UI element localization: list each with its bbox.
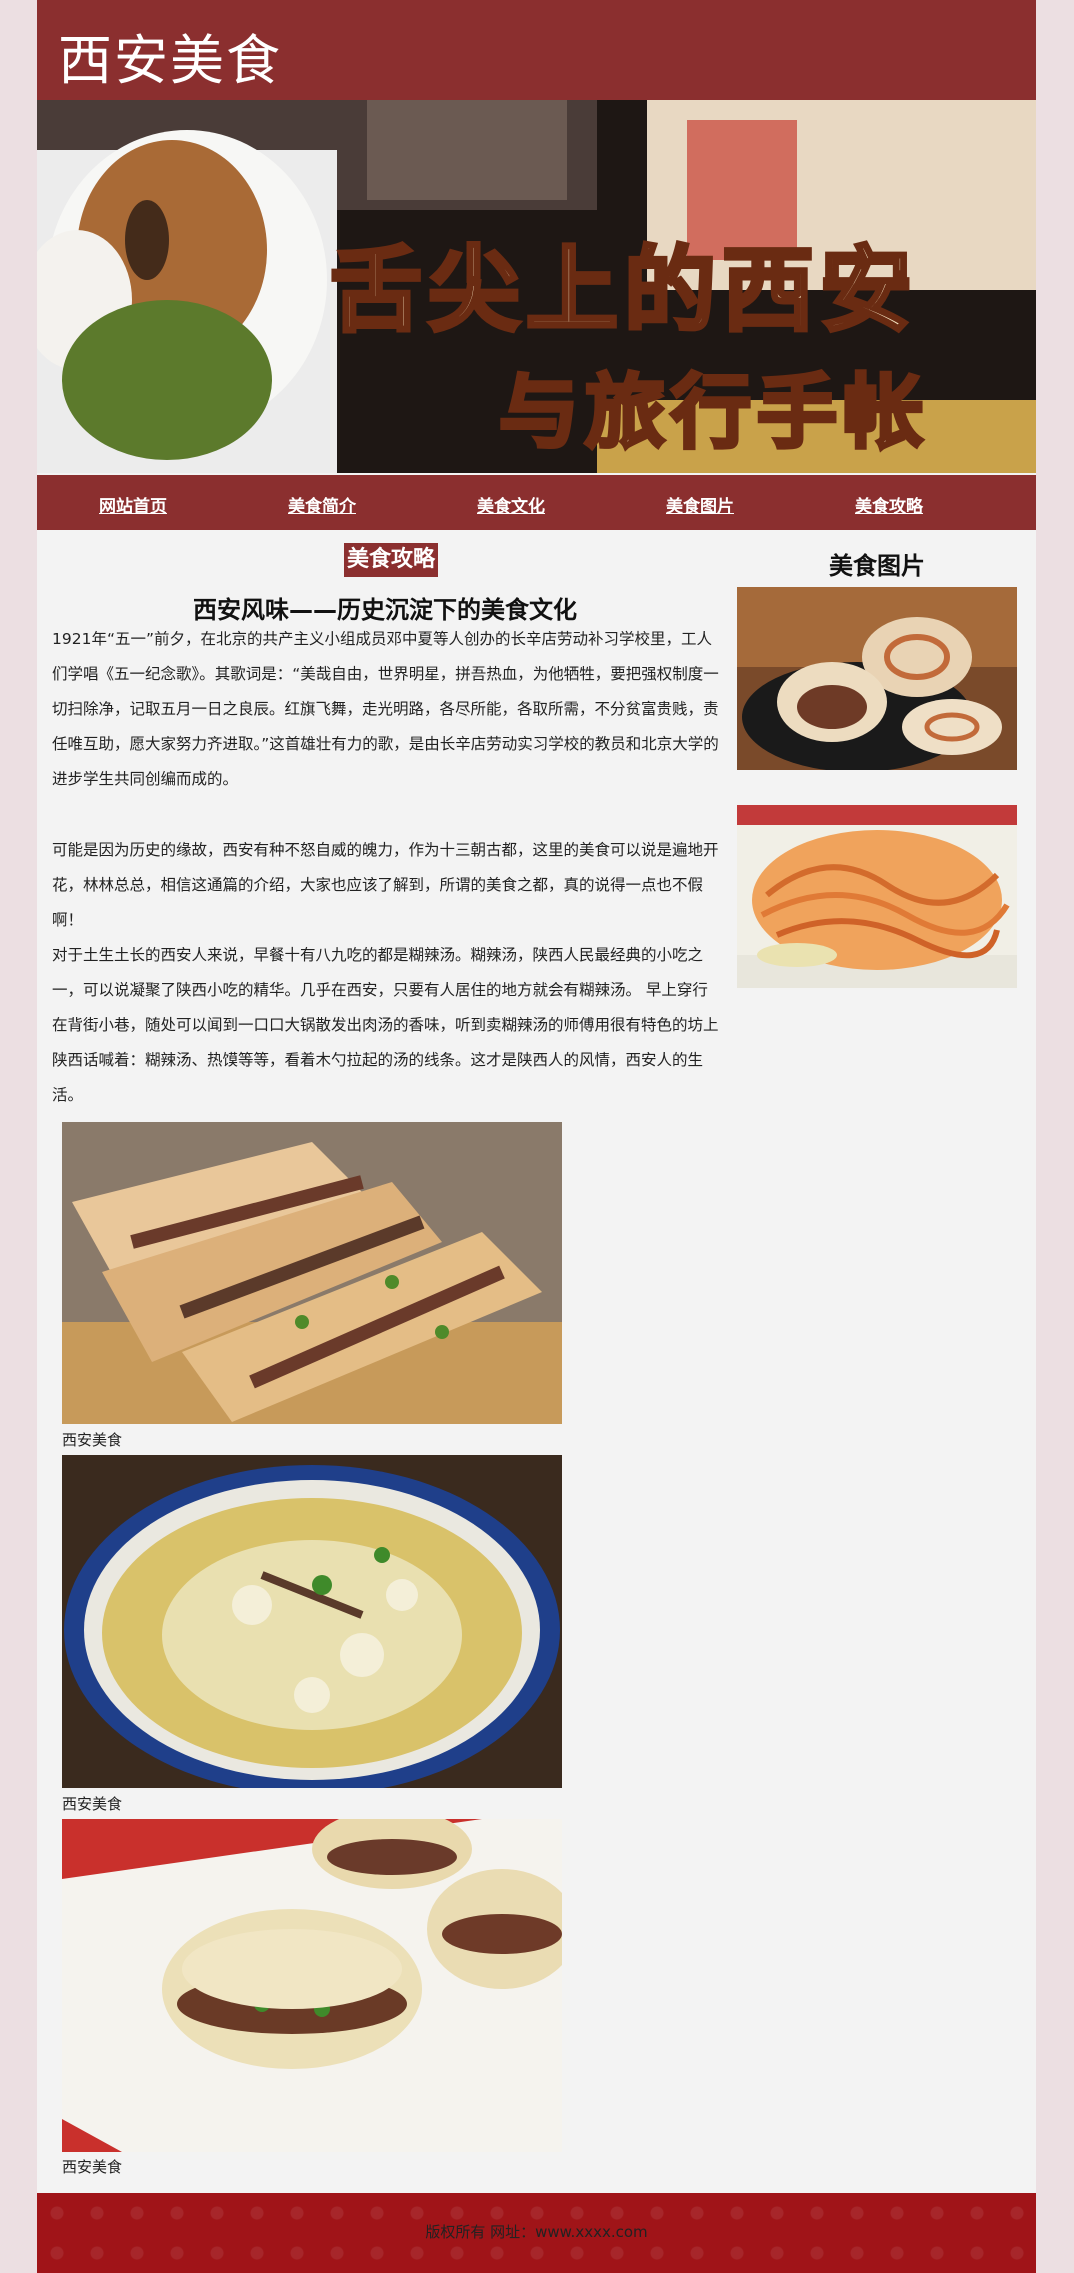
food-photo [62,1122,562,1424]
site-title: 西安美食 [58,29,282,92]
main-nav: 网站首页 美食简介 美食文化 美食图片 美食攻略 [37,475,1036,530]
footer: 版权所有 网址：www.xxxx.com [37,2193,1036,2273]
article-paragraph: 可能是因为历史的缘故，西安有种不怒自威的魄力，作为十三朝古都，这里的美食可以说是… [52,841,719,929]
sidebar-food-photo [737,805,1017,988]
sidebar-food-photo [737,587,1017,770]
nav-item-pictures[interactable]: 美食图片 [666,492,734,517]
article-paragraph: 对于土生土长的西安人来说，早餐十有八九吃的都是糊辣汤。糊辣汤，陕西人民最经典的小… [52,946,719,1104]
nav-item-culture[interactable]: 美食文化 [477,492,545,517]
banner-title-line2: 与旅行手帐 [497,364,929,461]
footer-copyright: 版权所有 网址：www.xxxx.com [425,2223,648,2241]
food-photo [62,1455,562,1788]
photo-caption: 西安美食 [62,2158,123,2176]
section-tag: 美食攻略 [344,543,439,577]
photo-caption: 西安美食 [62,1795,123,1813]
nav-item-intro[interactable]: 美食简介 [288,492,356,517]
article-title: 西安风味——历史沉淀下的美食文化 [193,596,577,624]
nav-item-guide[interactable]: 美食攻略 [855,492,923,517]
header: 西安美食 [37,0,1036,100]
banner-title-line1: 舌尖上的西安 [328,235,919,346]
photo-caption: 西安美食 [62,1431,123,1449]
article-paragraph: 1921年“五一”前夕，在北京的共产主义小组成员邓中夏等人创办的长辛店劳动补习学… [52,630,719,788]
nav-item-home[interactable]: 网站首页 [99,492,167,517]
food-photo [62,1819,562,2152]
sidebar-title: 美食图片 [829,552,925,580]
banner-image: 舌尖上的西安 与旅行手帐 [37,100,1036,473]
page: 西安美食 舌尖上的西安 与旅行手帐 网站首页 美食简介 美食文化 美食图片 美食… [37,0,1036,2273]
